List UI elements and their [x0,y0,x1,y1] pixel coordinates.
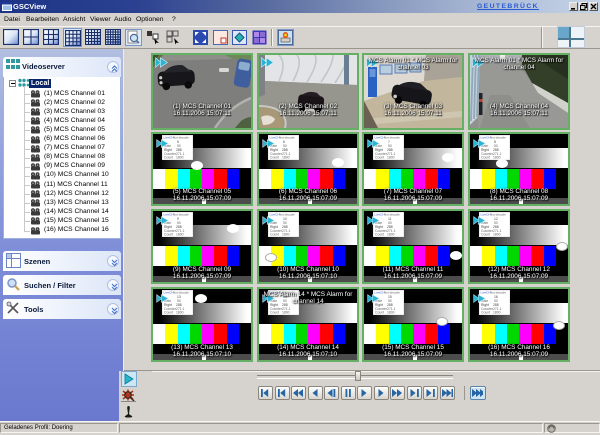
svg-text:Count: Count [164,233,173,237]
svg-text:1800: 1800 [387,233,395,237]
svg-text:Count: Count [481,156,490,160]
svg-text:1800: 1800 [493,311,501,315]
svg-text:Count: Count [164,156,173,160]
svg-text:Count: Count [481,233,490,237]
svg-text:Count: Count [270,233,279,237]
svg-text:1800: 1800 [387,156,395,160]
svg-text:1800: 1800 [282,233,290,237]
svg-text:Count: Count [270,311,279,315]
svg-text:1800: 1800 [176,311,184,315]
svg-text:1800: 1800 [282,156,290,160]
svg-text:Not decode: Not decode [384,291,400,295]
svg-text:1800: 1800 [282,311,290,315]
svg-text:Not decode: Not decode [490,291,506,295]
svg-text:Count: Count [375,156,384,160]
svg-text:Not decode: Not decode [279,213,295,217]
svg-text:Not decode: Not decode [173,136,189,140]
svg-text:Count: Count [164,311,173,315]
svg-text:1800: 1800 [387,311,395,315]
svg-text:Not decode: Not decode [173,291,189,295]
svg-text:Not decode: Not decode [384,213,400,217]
svg-text:Count: Count [481,311,490,315]
svg-text:Not decode: Not decode [490,213,506,217]
svg-text:1800: 1800 [493,233,501,237]
svg-text:Not decode: Not decode [279,136,295,140]
svg-text:1800: 1800 [176,156,184,160]
svg-text:Count: Count [375,233,384,237]
svg-text:Not decode: Not decode [173,213,189,217]
svg-text:Count: Count [375,311,384,315]
svg-text:Not decode: Not decode [490,136,506,140]
svg-text:Count: Count [270,156,279,160]
svg-text:1800: 1800 [176,233,184,237]
svg-text:Not decode: Not decode [384,136,400,140]
